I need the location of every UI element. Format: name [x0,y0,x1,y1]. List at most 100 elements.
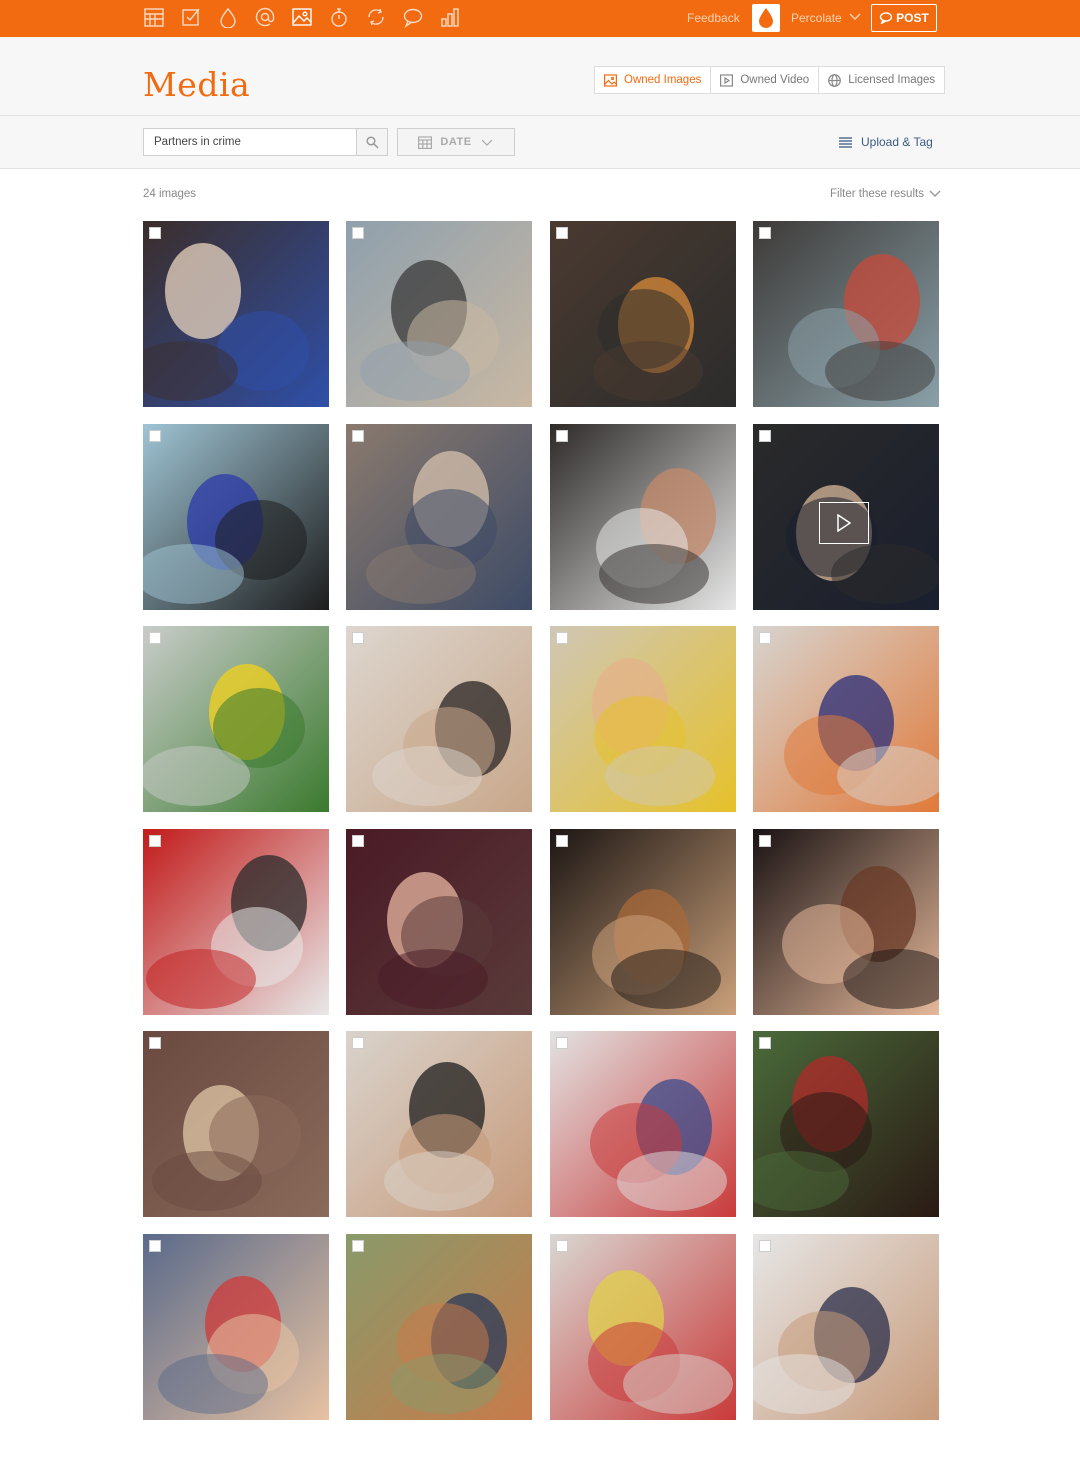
tab-owned-video[interactable]: Owned Video [711,67,820,93]
select-checkbox[interactable] [352,835,364,847]
select-checkbox[interactable] [759,227,771,239]
select-checkbox[interactable] [149,1037,161,1049]
select-checkbox[interactable] [352,1240,364,1252]
calendar-icon [418,135,433,149]
image-tile[interactable] [143,221,329,407]
percolate-drop-icon [759,8,773,28]
image-thumbnail [550,1031,736,1217]
select-checkbox[interactable] [556,632,568,644]
at-mention-icon[interactable] [254,6,276,28]
date-filter-label: DATE [440,136,472,148]
image-tile[interactable] [346,829,532,1015]
select-checkbox[interactable] [556,430,568,442]
select-checkbox[interactable] [556,1240,568,1252]
select-checkbox[interactable] [556,1037,568,1049]
select-checkbox[interactable] [556,835,568,847]
task-check-icon[interactable] [180,6,202,28]
date-filter-dropdown[interactable]: DATE [397,128,515,156]
image-icon[interactable] [291,6,313,28]
image-thumbnail [753,626,939,812]
select-checkbox[interactable] [759,632,771,644]
tab-licensed-images-label: Licensed Images [848,74,936,86]
stopwatch-icon[interactable] [328,6,350,28]
select-checkbox[interactable] [352,1037,364,1049]
select-checkbox[interactable] [556,227,568,239]
drop-icon[interactable] [217,6,239,28]
calendar-icon[interactable] [143,6,165,28]
bar-chart-icon[interactable] [439,6,461,28]
image-tile[interactable] [550,626,736,812]
upload-and-tag-button[interactable]: Upload & Tag [839,135,933,149]
image-thumbnail [346,424,532,610]
image-tile[interactable] [753,1031,939,1217]
image-thumbnail [143,1234,329,1420]
image-tile[interactable] [346,221,532,407]
image-tile[interactable] [753,829,939,1015]
page-title: Media [143,65,251,104]
search-box [143,128,388,156]
select-checkbox[interactable] [149,227,161,239]
select-checkbox[interactable] [352,227,364,239]
chat-bubble-icon[interactable] [402,6,424,28]
image-thumbnail [346,221,532,407]
comment-icon [879,12,893,24]
select-checkbox[interactable] [759,1037,771,1049]
search-input[interactable] [144,129,357,155]
brand-name[interactable]: Percolate [791,11,842,25]
image-tile[interactable] [550,424,736,610]
image-thumbnail [550,221,736,407]
upload-and-tag-label: Upload & Tag [861,135,933,149]
select-checkbox[interactable] [149,835,161,847]
app-nav-icons [143,6,461,28]
select-checkbox[interactable] [352,632,364,644]
image-tile[interactable] [143,829,329,1015]
image-thumbnail [346,829,532,1015]
image-tile[interactable] [143,1234,329,1420]
image-thumbnail [753,1031,939,1217]
image-icon [604,73,617,87]
image-tile[interactable] [346,1234,532,1420]
feedback-link[interactable]: Feedback [687,11,740,25]
post-button[interactable]: POST [871,4,937,32]
select-checkbox[interactable] [759,835,771,847]
list-icon [839,136,852,148]
image-thumbnail [753,1234,939,1420]
refresh-circle-icon[interactable] [365,6,387,28]
image-thumbnail [143,424,329,610]
brand-logo[interactable] [752,4,780,32]
select-checkbox[interactable] [149,1240,161,1252]
image-tile[interactable] [143,626,329,812]
video-play-icon[interactable] [819,502,869,544]
select-checkbox[interactable] [759,1240,771,1252]
select-checkbox[interactable] [149,430,161,442]
image-tile[interactable] [143,424,329,610]
image-tile[interactable] [550,1031,736,1217]
select-checkbox[interactable] [149,632,161,644]
image-tile[interactable] [346,1031,532,1217]
image-thumbnail [143,829,329,1015]
tab-licensed-images[interactable]: Licensed Images [819,67,944,93]
chevron-down-icon[interactable] [848,11,862,23]
image-tile[interactable] [753,221,939,407]
image-thumbnail [346,1031,532,1217]
chevron-down-icon [481,139,492,146]
image-tile[interactable] [550,829,736,1015]
image-tile[interactable] [550,1234,736,1420]
video-play-icon [720,73,734,87]
image-tile[interactable] [143,1031,329,1217]
select-checkbox[interactable] [759,430,771,442]
image-tile[interactable] [753,626,939,812]
tab-owned-video-label: Owned Video [740,74,810,86]
select-checkbox[interactable] [352,430,364,442]
filter-results-toggle[interactable]: Filter these results [830,188,941,200]
image-thumbnail [550,1234,736,1420]
tab-owned-images[interactable]: Owned Images [595,67,712,93]
image-tile[interactable] [753,1234,939,1420]
search-button[interactable] [356,129,387,155]
image-tile[interactable] [550,221,736,407]
image-tile[interactable] [346,424,532,610]
image-thumbnail [143,221,329,407]
image-tile[interactable] [753,424,939,610]
image-tile[interactable] [346,626,532,812]
image-thumbnail [550,424,736,610]
